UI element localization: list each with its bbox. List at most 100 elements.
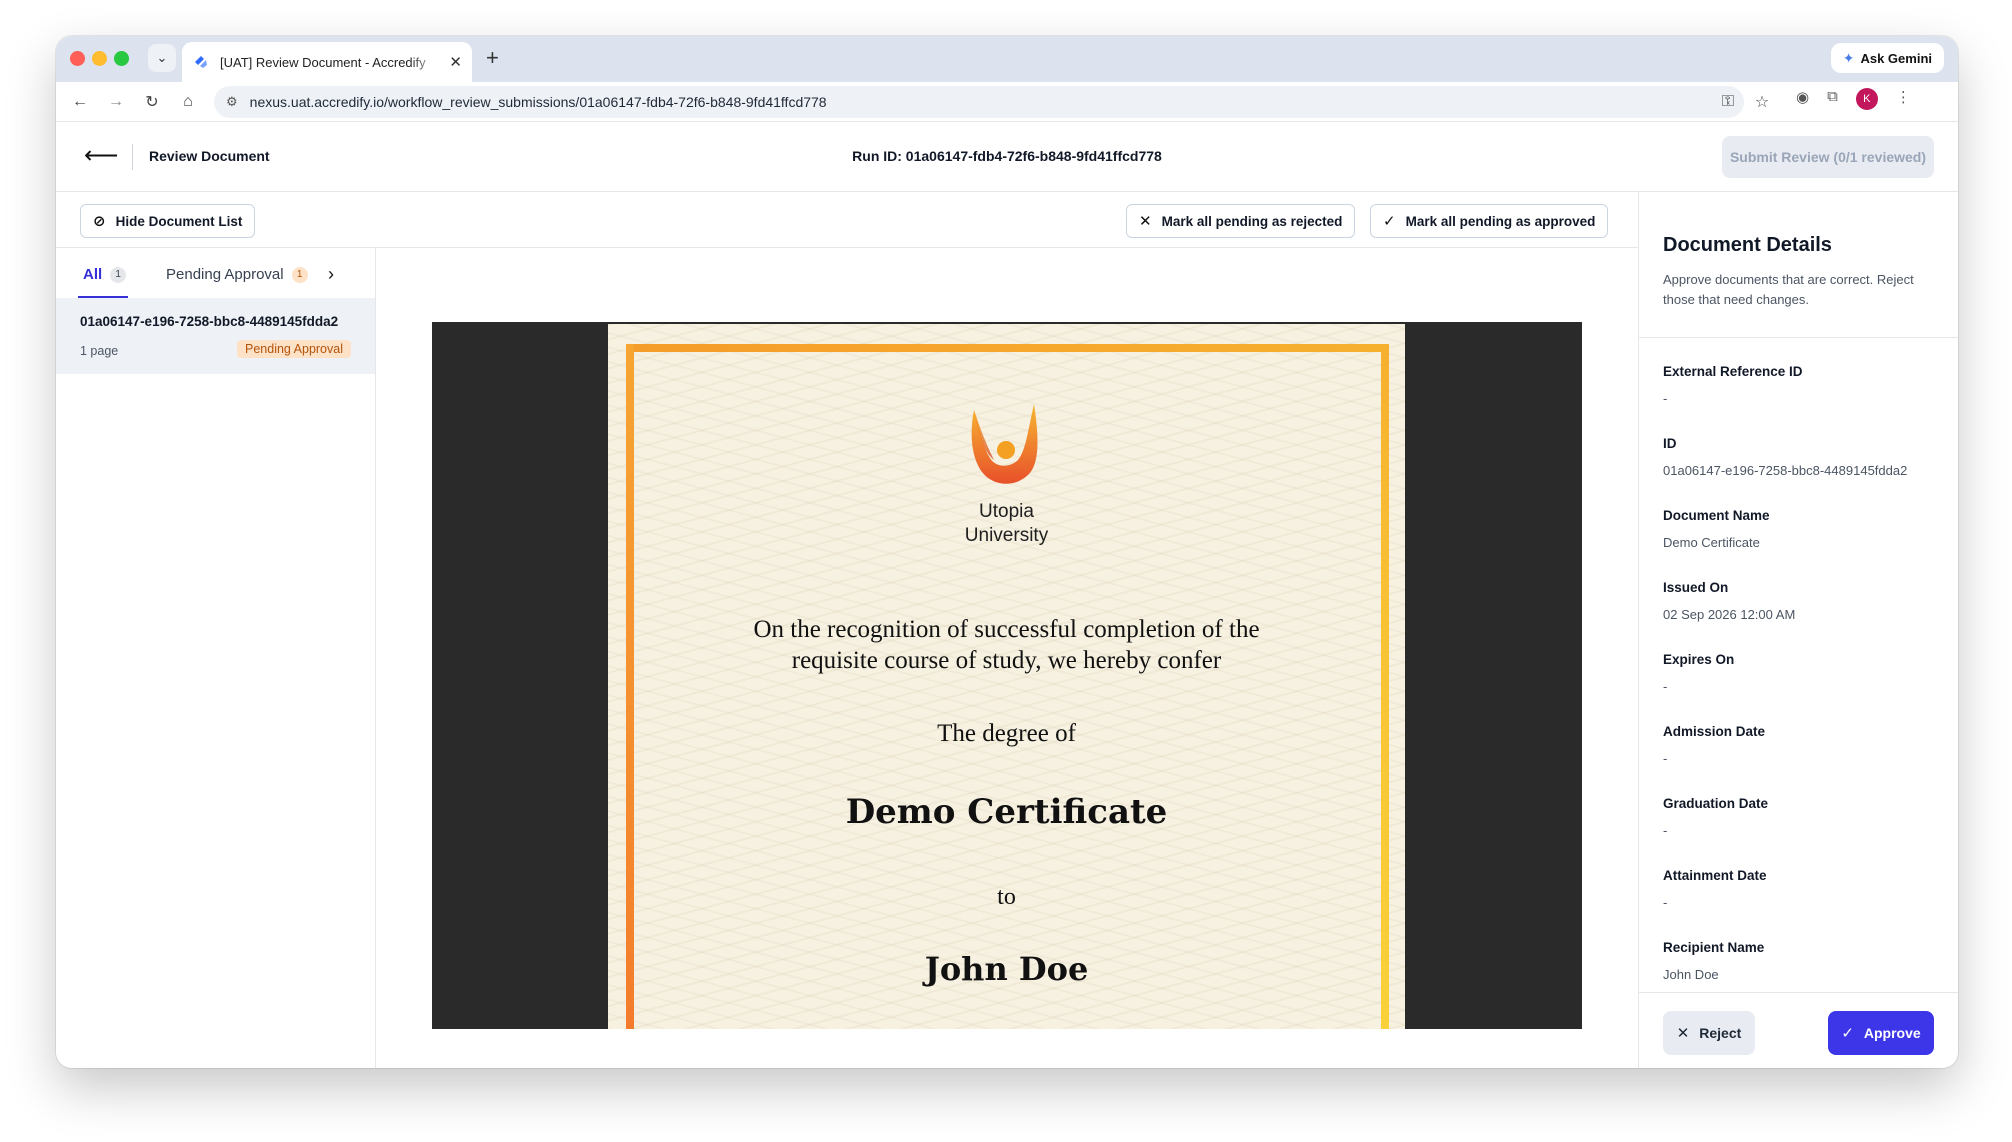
certificate-degree-of: The degree of — [937, 720, 1076, 747]
university-name-line1: Utopia — [979, 501, 1034, 522]
document-list-item[interactable]: 01a06147-e196-7258-bbc8-4489145fdda2 1 p… — [56, 298, 375, 374]
back-icon[interactable]: ← — [68, 90, 92, 114]
forward-icon[interactable]: → — [104, 90, 128, 114]
details-fields: External Reference ID - ID 01a06147-e196… — [1639, 338, 1958, 992]
run-id-label: Run ID: 01a06147-fdb4-72f6-b848-9fd41ffc… — [852, 148, 1162, 164]
tab-all-count: 1 — [110, 266, 127, 283]
document-id: 01a06147-e196-7258-bbc8-4489145fdda2 — [80, 314, 339, 329]
field-issued-on: Issued On 02 Sep 2026 12:00 AM — [1663, 580, 1943, 622]
field-value: 02 Sep 2026 12:00 AM — [1663, 607, 1796, 622]
document-list-sidebar: All 1 Pending Approval 1 › 01a06147-e196… — [56, 248, 376, 1068]
document-page-count: 1 page — [80, 344, 119, 358]
field-label: Expires On — [1663, 652, 1735, 667]
document-preview[interactable]: Utopia University On the recognition of … — [432, 322, 1582, 1029]
field-label: Recipient Name — [1663, 940, 1765, 955]
tab-search-chevron-icon[interactable]: ⌄ — [148, 44, 176, 72]
field-expires-on: Expires On - — [1663, 652, 1943, 694]
field-graduation-date: Graduation Date - — [1663, 796, 1943, 838]
check-icon: ✓ — [1383, 213, 1396, 230]
browser-tab-title: [UAT] Review Document - Accredify — [220, 54, 426, 70]
reject-all-pending-button[interactable]: ✕ Mark all pending as rejected — [1126, 204, 1356, 238]
profile-avatar[interactable]: K — [1855, 88, 1878, 110]
reload-icon[interactable]: ↻ — [140, 90, 164, 114]
check-icon: ✓ — [1841, 1025, 1854, 1042]
approve-all-pending-button[interactable]: ✓ Mark all pending as approved — [1370, 204, 1609, 238]
details-footer: ✕ Reject ✓ Approve — [1639, 992, 1958, 1068]
minimize-window-button[interactable] — [92, 51, 107, 66]
app-header: ⟵ Review Document Run ID: 01a06147-fdb4-… — [56, 122, 1958, 192]
field-label: ID — [1663, 436, 1677, 451]
approve-label: Approve — [1863, 1025, 1921, 1041]
field-external-reference-id: External Reference ID - — [1663, 364, 1943, 406]
field-admission-date: Admission Date - — [1663, 724, 1943, 766]
ask-gemini-button[interactable]: ✦ Ask Gemini — [1830, 43, 1944, 73]
field-label: Document Name — [1663, 508, 1770, 523]
field-label: Admission Date — [1663, 724, 1766, 739]
reject-all-pending-label: Mark all pending as rejected — [1161, 213, 1343, 229]
reject-button[interactable]: ✕ Reject — [1663, 1011, 1755, 1055]
browser-toolbar: ← → ↻ ⌂ ⚙ nexus.uat.accredify.io/workflo… — [56, 82, 1958, 122]
tab-pending-approval[interactable]: Pending Approval 1 — [166, 266, 308, 283]
field-value: - — [1663, 391, 1668, 406]
field-document-name: Document Name Demo Certificate — [1663, 508, 1943, 550]
address-bar[interactable]: ⚙ nexus.uat.accredify.io/workflow_review… — [214, 86, 1744, 118]
details-title: Document Details — [1663, 234, 1832, 256]
recognition-line1: On the recognition of successful complet… — [753, 616, 1260, 643]
field-label: Graduation Date — [1663, 796, 1769, 811]
close-tab-icon[interactable]: ✕ — [449, 53, 462, 71]
review-app: ⟵ Review Document Run ID: 01a06147-fdb4-… — [56, 122, 1958, 1068]
field-value: - — [1663, 751, 1668, 766]
browser-tab-active[interactable]: [UAT] Review Document - Accredify ✕ — [182, 42, 472, 82]
university-name-line2: University — [964, 525, 1049, 546]
details-description: Approve documents that are correct. Reje… — [1663, 272, 1914, 307]
new-tab-icon[interactable]: + — [486, 46, 499, 70]
browser-tabstrip: ⌄ [UAT] Review Document - Accredify ✕ + … — [56, 36, 1958, 82]
home-icon[interactable]: ⌂ — [176, 90, 200, 114]
document-filter-tabs: All 1 Pending Approval 1 › — [56, 248, 375, 298]
field-value: John Doe — [1663, 967, 1719, 982]
gemini-sparkle-icon: ✦ — [1842, 49, 1855, 66]
certificate-border-left — [626, 344, 634, 1029]
status-badge: Pending Approval — [237, 340, 351, 358]
details-header: Document Details Approve documents that … — [1639, 192, 1958, 338]
tab-all-label: All — [83, 266, 103, 283]
close-window-button[interactable] — [70, 51, 85, 66]
tab-all[interactable]: All 1 — [83, 266, 127, 283]
field-value: - — [1663, 679, 1668, 694]
toolbar-extensions: ◉ ⧉ K ⋮ — [1796, 88, 1911, 110]
field-value: Demo Certificate — [1663, 535, 1760, 550]
x-icon: ✕ — [1676, 1025, 1690, 1042]
tab-pending-label: Pending Approval — [166, 266, 284, 283]
certificate-recipient-name: John Doe — [924, 950, 1089, 988]
certificate-to: to — [997, 884, 1016, 910]
extensions-puzzle-icon[interactable]: ⧉ — [1827, 88, 1838, 110]
field-value: - — [1663, 895, 1668, 910]
screenshot-camera-icon[interactable]: ◉ — [1796, 88, 1809, 110]
bookmark-star-icon[interactable]: ☆ — [1750, 90, 1774, 114]
field-attainment-date: Attainment Date - — [1663, 868, 1943, 910]
certificate-page: Utopia University On the recognition of … — [608, 324, 1405, 1029]
submit-review-button[interactable]: Submit Review (0/1 reviewed) — [1722, 136, 1934, 178]
field-label: Attainment Date — [1663, 868, 1767, 883]
password-key-icon[interactable]: ⚿ — [1716, 90, 1740, 114]
field-recipient-name: Recipient Name John Doe — [1663, 940, 1943, 982]
certificate-recognition-text: On the recognition of successful complet… — [608, 614, 1405, 676]
accredify-favicon-icon — [195, 56, 207, 68]
chevron-right-icon[interactable]: › — [328, 264, 334, 285]
field-label: Issued On — [1663, 580, 1729, 595]
x-icon: ✕ — [1139, 213, 1152, 230]
hide-document-list-label: Hide Document List — [115, 213, 243, 229]
recognition-line2: requisite course of study, we hereby con… — [791, 647, 1222, 674]
document-action-bar: ⊘ Hide Document List ✕ Mark all pending … — [56, 192, 1638, 248]
hide-document-list-button[interactable]: ⊘ Hide Document List — [80, 204, 256, 238]
document-details-panel: Document Details Approve documents that … — [1638, 192, 1958, 1068]
maximize-window-button[interactable] — [114, 51, 129, 66]
field-value: 01a06147-e196-7258-bbc8-4489145fdda2 — [1663, 463, 1908, 478]
site-info-icon[interactable]: ⚙ — [226, 94, 238, 110]
approve-all-pending-label: Mark all pending as approved — [1405, 213, 1596, 229]
address-bar-url: nexus.uat.accredify.io/workflow_review_s… — [249, 94, 827, 110]
browser-menu-icon[interactable]: ⋮ — [1896, 88, 1911, 110]
field-id: ID 01a06147-e196-7258-bbc8-4489145fdda2 — [1663, 436, 1943, 478]
approve-button[interactable]: ✓ Approve — [1828, 1011, 1934, 1055]
university-name: Utopia University — [608, 500, 1405, 548]
